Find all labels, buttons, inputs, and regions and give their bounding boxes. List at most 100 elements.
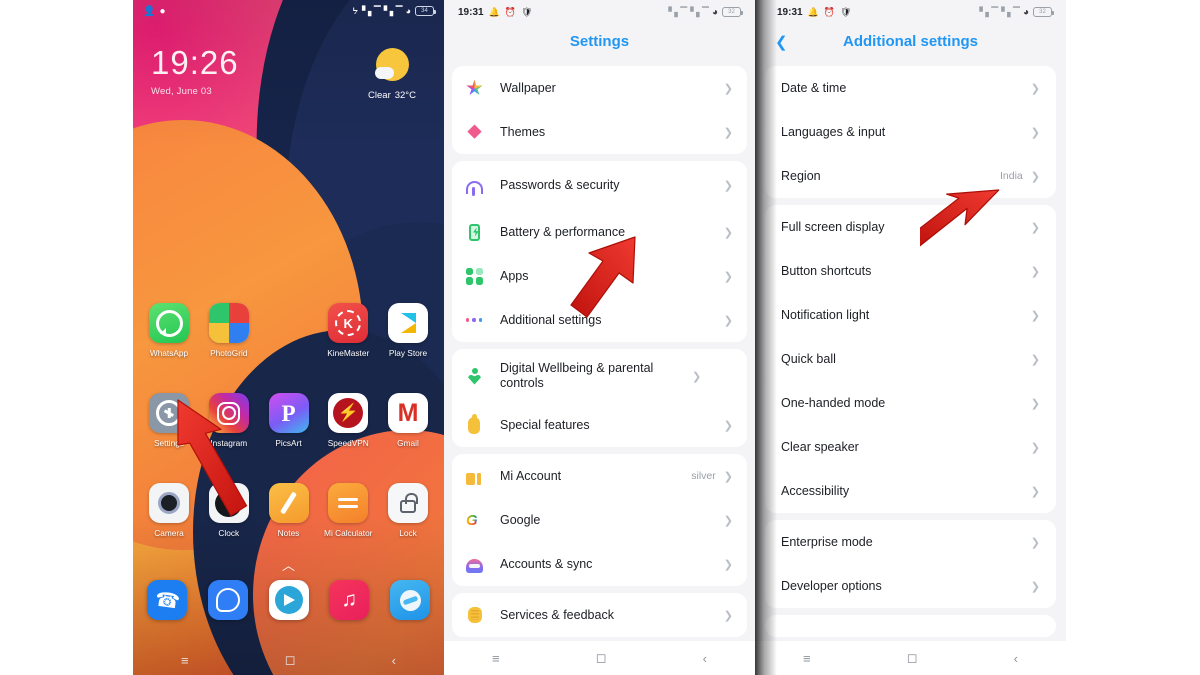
item-label: Clear speaker xyxy=(781,439,859,454)
battery-indicator: 32 xyxy=(1033,7,1054,17)
addset-item-region[interactable]: Region India ❯ xyxy=(765,154,1056,198)
app-label: WhatsApp xyxy=(149,348,189,358)
chevron-right-icon: ❯ xyxy=(1030,536,1040,549)
addset-status-bar: 19:31 🔔 ⏰ 🛡 ▘▖▔ ▘▖▔ ◕ 32 xyxy=(755,0,1066,24)
item-value: silver xyxy=(691,470,716,482)
settings-item-google[interactable]: G Google ❯ xyxy=(452,498,747,542)
clock-widget[interactable]: 19:26 Wed, June 03 xyxy=(151,46,239,97)
addset-item-date-time[interactable]: Date & time ❯ xyxy=(765,66,1056,110)
home-button[interactable]: ◻ xyxy=(596,650,607,666)
chevron-right-icon: ❯ xyxy=(1030,485,1040,498)
settings-item-apps[interactable]: Apps ❯ xyxy=(452,254,747,298)
settings-group-2: Passwords & security ❯ Battery & perform… xyxy=(452,161,747,342)
kinemaster-icon: K xyxy=(328,303,369,343)
app-gmail[interactable]: M Gmail xyxy=(382,393,434,448)
app-mi-calculator[interactable]: Mi Calculator xyxy=(322,483,374,538)
app-notes[interactable]: Notes xyxy=(263,483,315,538)
signal-bars-icon-2: ▘▖▔ xyxy=(690,6,709,17)
app-play-store[interactable]: Play Store xyxy=(382,303,434,358)
settings-item-mi-account[interactable]: Mi Account silver ❯ xyxy=(452,454,747,498)
addset-item-accessibility[interactable]: Accessibility ❯ xyxy=(765,469,1056,513)
app-label: Notes xyxy=(277,528,300,538)
apps-icon xyxy=(466,267,492,285)
app-lock[interactable]: Lock xyxy=(382,483,434,538)
home-dock: ☎ ♫ xyxy=(133,580,444,620)
app-speedvpn[interactable]: ⚡ SpeedVPN xyxy=(322,393,374,448)
weather-widget[interactable]: Clear 32°C xyxy=(352,48,432,101)
screenshot-root: 👤 ● ᔭ ▘▖▔ ▘▖▔ ◕ 34 19:26 Wed, June 03 Cl… xyxy=(0,0,1200,675)
settings-group-3: Digital Wellbeing & parental controls ❯ … xyxy=(452,349,747,447)
addset-item-full-screen-display[interactable]: Full screen display ❯ xyxy=(765,205,1056,249)
passwords-security-icon xyxy=(466,178,492,196)
app-camera[interactable]: Camera xyxy=(143,483,195,538)
settings-item-services-feedback[interactable]: Services & feedback ❯ xyxy=(452,593,747,637)
settings-status-bar: 19:31 🔔 ⏰ 🛡 ▘▖▔ ▘▖▔ ◕ 32 xyxy=(444,0,755,24)
bluetooth-icon: ᔭ xyxy=(352,5,359,16)
item-label: Special features xyxy=(500,417,590,432)
settings-item-battery-performance[interactable]: Battery & performance ❯ xyxy=(452,210,747,254)
person-icon: 👤 xyxy=(143,5,156,17)
recents-button[interactable]: ≡ xyxy=(803,651,811,666)
home-button[interactable]: ◻ xyxy=(907,650,918,666)
app-label: Clock xyxy=(218,528,240,538)
app-label: KineMaster xyxy=(327,348,370,358)
addset-item-developer-options[interactable]: Developer options ❯ xyxy=(765,564,1056,608)
tiktok-icon[interactable]: ♫ xyxy=(329,580,370,620)
addset-item-one-handed-mode[interactable]: One-handed mode ❯ xyxy=(765,381,1056,425)
back-button[interactable]: ‹ xyxy=(1014,651,1018,666)
settings-item-additional-settings[interactable]: Additional settings ❯ xyxy=(452,298,747,342)
browser-icon[interactable] xyxy=(390,580,430,620)
app-clock[interactable]: Clock xyxy=(203,483,255,538)
recents-button[interactable]: ≡ xyxy=(181,653,189,668)
shield-icon: ● xyxy=(159,5,166,17)
weather-temperature: 32°C xyxy=(394,90,416,101)
addset-item-languages-input[interactable]: Languages & input ❯ xyxy=(765,110,1056,154)
app-whatsapp[interactable]: WhatsApp xyxy=(143,303,195,358)
gmail-icon: M xyxy=(388,393,428,433)
app-photogrid[interactable]: PhotoGrid xyxy=(203,303,255,358)
app-drawer-handle[interactable]: ︿ xyxy=(133,555,444,574)
settings-list[interactable]: Wallpaper ❯ Themes ❯ Passwords & securit… xyxy=(444,59,755,641)
phone-icon[interactable]: ☎ xyxy=(147,580,187,620)
settings-item-wallpaper[interactable]: Wallpaper ❯ xyxy=(452,66,747,110)
addset-group-3: Enterprise mode ❯ Developer options ❯ xyxy=(765,520,1056,608)
signal-bars-icon-2: ▘▖▔ xyxy=(1001,6,1020,17)
additional-settings-list[interactable]: Date & time ❯ Languages & input ❯ Region… xyxy=(755,59,1066,641)
recents-button[interactable]: ≡ xyxy=(492,651,500,666)
addset-item-enterprise-mode[interactable]: Enterprise mode ❯ xyxy=(765,520,1056,564)
app-grid-row-1: WhatsApp PhotoGrid K KineMaster Play Sto… xyxy=(133,303,444,358)
app-picsart[interactable]: P PicsArt xyxy=(263,393,315,448)
wifi-icon: ◕ xyxy=(1022,6,1029,18)
telegram-icon[interactable] xyxy=(268,580,309,620)
settings-item-themes[interactable]: Themes ❯ xyxy=(452,110,747,154)
app-label: SpeedVPN xyxy=(327,438,369,448)
app-label: Settings xyxy=(154,438,184,448)
app-settings[interactable]: Settings xyxy=(143,393,195,448)
settings-item-special-features[interactable]: Special features ❯ xyxy=(452,403,747,447)
app-kinemaster[interactable]: K KineMaster xyxy=(322,303,374,358)
settings-item-passwords-security[interactable]: Passwords & security ❯ xyxy=(452,161,747,210)
back-chevron-icon[interactable]: ❮ xyxy=(775,33,788,51)
app-instagram[interactable]: Instagram xyxy=(203,393,255,448)
chevron-right-icon: ❯ xyxy=(723,314,733,327)
addset-header: ❮ Additional settings xyxy=(755,24,1066,59)
addset-item-quick-ball[interactable]: Quick ball ❯ xyxy=(765,337,1056,381)
addset-item-clear-speaker[interactable]: Clear speaker ❯ xyxy=(765,425,1056,469)
settings-item-accounts-sync[interactable]: Accounts & sync ❯ xyxy=(452,542,747,586)
accounts-sync-icon xyxy=(466,556,492,573)
addset-item-button-shortcuts[interactable]: Button shortcuts ❯ xyxy=(765,249,1056,293)
chevron-right-icon: ❯ xyxy=(692,370,702,383)
addset-item-notification-light[interactable]: Notification light ❯ xyxy=(765,293,1056,337)
app-label: Gmail xyxy=(397,438,419,448)
item-label: Mi Account xyxy=(500,468,562,483)
home-button[interactable]: ◻ xyxy=(285,652,296,668)
signal-messenger-icon[interactable] xyxy=(207,580,248,620)
alarm-icon: ⏰ xyxy=(823,6,836,17)
chevron-right-icon: ❯ xyxy=(1030,82,1040,95)
signal-bars-icon-1: ▘▖▔ xyxy=(362,5,381,16)
back-button[interactable]: ‹ xyxy=(392,653,396,668)
settings-item-digital-wellbeing[interactable]: Digital Wellbeing & parental controls ❯ xyxy=(452,349,747,403)
wifi-icon: ◕ xyxy=(711,6,718,18)
back-button[interactable]: ‹ xyxy=(703,651,707,666)
app-grid-row-2: Settings Instagram P PicsArt ⚡ SpeedVPN … xyxy=(133,393,444,448)
